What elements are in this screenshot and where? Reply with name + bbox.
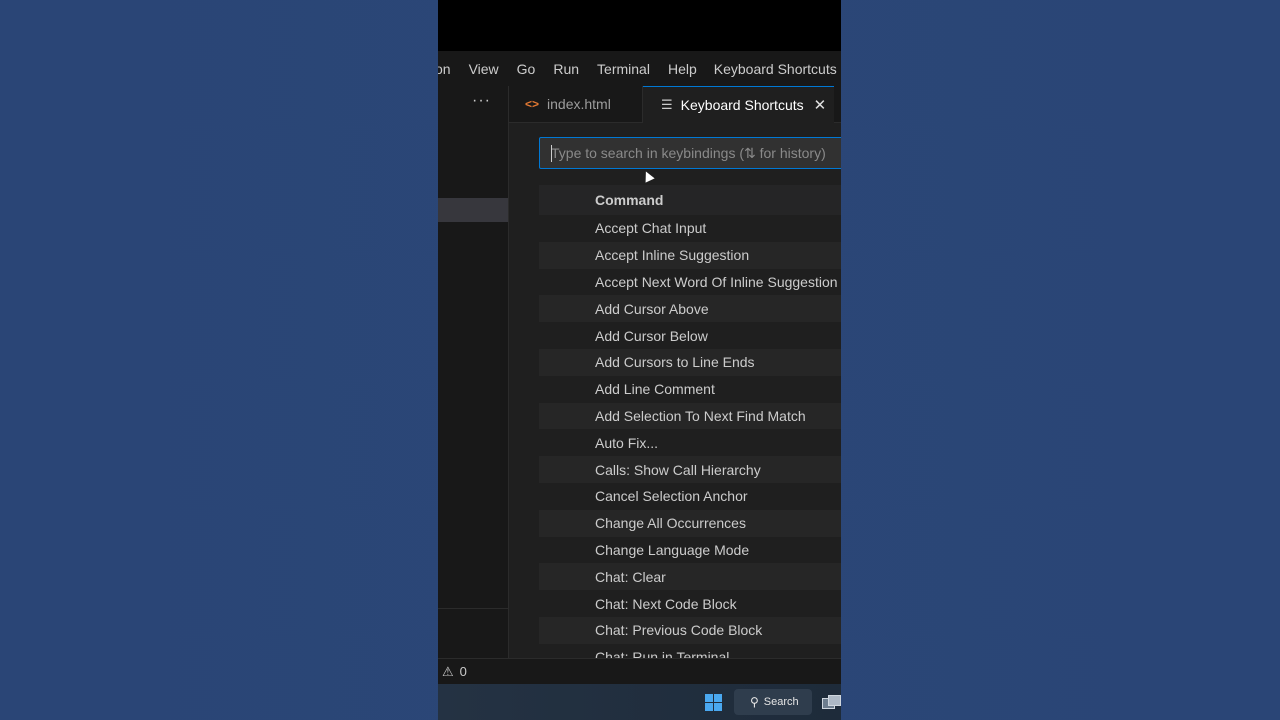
tab-index-html[interactable]: <> index.html xyxy=(509,86,643,122)
sidebar-selected-item[interactable] xyxy=(438,198,508,222)
table-row[interactable]: Change All Occurrences xyxy=(539,509,841,537)
table-row[interactable]: Change Language Mode xyxy=(539,537,841,564)
table-row[interactable]: Chat: Next Code Block xyxy=(539,590,841,617)
task-view-icon[interactable] xyxy=(822,695,841,709)
table-row[interactable]: Add Selection To Next Find Match xyxy=(539,402,841,430)
column-header-command[interactable]: Command xyxy=(539,185,841,215)
tab-label: index.html xyxy=(547,96,611,112)
windows-start-icon[interactable] xyxy=(705,694,722,711)
keybindings-search-input[interactable] xyxy=(540,138,841,168)
table-row[interactable]: Chat: Previous Code Block xyxy=(539,616,841,644)
sidebar: ··· xyxy=(438,86,509,658)
table-row[interactable]: Add Line Comment xyxy=(539,376,841,403)
taskbar-search-button[interactable]: ⚲ Search xyxy=(734,689,812,715)
mouse-pointer-icon xyxy=(641,169,655,183)
top-black-bar xyxy=(438,0,841,51)
search-icon: ⚲ xyxy=(750,695,759,709)
editor-tab-bar: <> index.html ☰ Keyboard Shortcuts ✕ xyxy=(509,86,841,123)
table-row[interactable]: Add Cursor Above xyxy=(539,295,841,323)
keybindings-table: Command Accept Chat Input Accept Inline … xyxy=(539,185,841,658)
tab-label: Keyboard Shortcuts xyxy=(680,97,804,113)
table-row[interactable]: Accept Chat Input xyxy=(539,215,841,242)
menu-view[interactable]: View xyxy=(460,61,508,77)
text-caret xyxy=(551,145,552,162)
taskbar-search-label: Search xyxy=(763,696,799,708)
status-bar: ⚠ 0 xyxy=(438,658,841,684)
code-icon: <> xyxy=(525,97,540,111)
menu-run[interactable]: Run xyxy=(544,61,588,77)
window-title: Keyboard Shortcuts - xyxy=(713,60,841,77)
table-row[interactable]: Add Cursor Below xyxy=(539,322,841,349)
close-icon[interactable]: ✕ xyxy=(814,96,827,114)
keybindings-search-box xyxy=(539,137,841,169)
menu-bar: on View Go Run Terminal Help Keyboard Sh… xyxy=(438,51,841,86)
table-row[interactable]: Calls: Show Call Hierarchy xyxy=(539,456,841,483)
table-row[interactable]: Chat: Clear xyxy=(539,563,841,591)
menu-go[interactable]: Go xyxy=(508,61,545,77)
table-row[interactable]: Auto Fix... xyxy=(539,429,841,456)
table-row[interactable]: Chat: Run in Terminal xyxy=(539,644,841,658)
table-row[interactable]: Accept Inline Suggestion xyxy=(539,241,841,269)
tab-keyboard-shortcuts[interactable]: ☰ Keyboard Shortcuts ✕ xyxy=(643,86,835,123)
vscode-window: on View Go Run Terminal Help Keyboard Sh… xyxy=(438,0,841,720)
menu-selection[interactable]: on xyxy=(438,61,460,77)
sidebar-divider xyxy=(438,608,508,609)
warning-count[interactable]: 0 xyxy=(460,664,467,679)
keyboard-list-icon: ☰ xyxy=(661,97,673,112)
keybindings-editor: Command Accept Chat Input Accept Inline … xyxy=(509,123,841,658)
more-actions-icon[interactable]: ··· xyxy=(472,92,491,110)
warning-icon[interactable]: ⚠ xyxy=(442,664,454,680)
menu-terminal[interactable]: Terminal xyxy=(588,61,659,77)
table-row[interactable]: Add Cursors to Line Ends xyxy=(539,348,841,376)
table-row[interactable]: Accept Next Word Of Inline Suggestion xyxy=(539,269,841,296)
table-row[interactable]: Cancel Selection Anchor xyxy=(539,483,841,510)
menu-help[interactable]: Help xyxy=(659,61,706,77)
windows-taskbar: ⚲ Search xyxy=(438,684,841,720)
